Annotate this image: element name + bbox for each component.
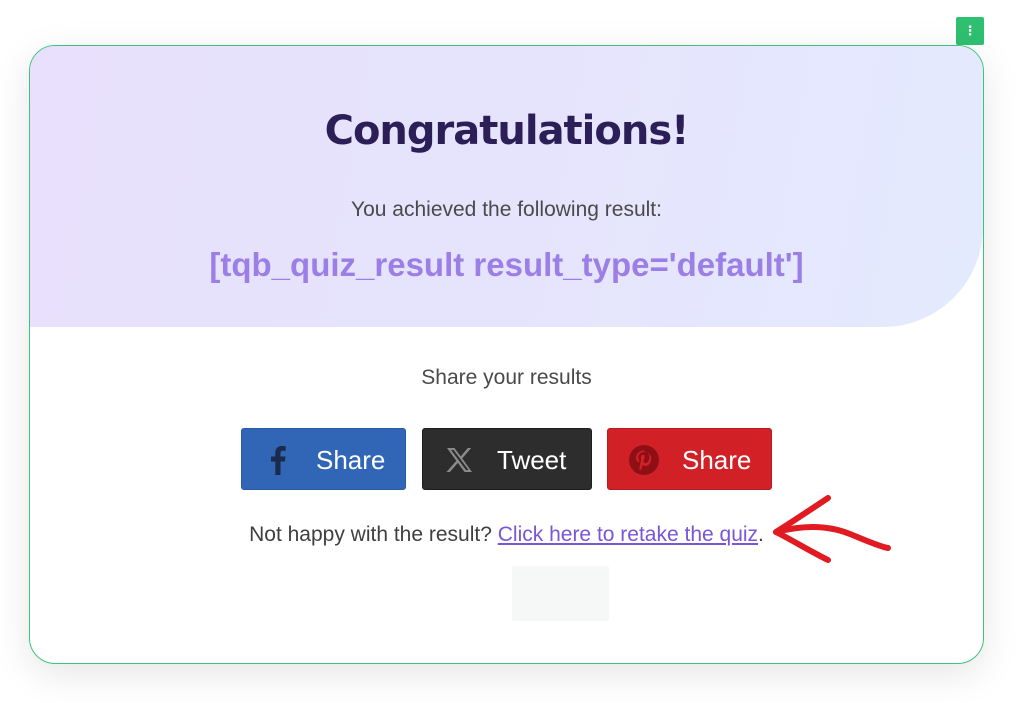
annotation-arrow-icon <box>773 495 891 563</box>
page: ⋮ Congratulations! You achieved the foll… <box>0 0 1024 703</box>
retake-prefix: Not happy with the result? <box>249 523 492 546</box>
facebook-share-button[interactable]: Share <box>241 428 406 490</box>
pinterest-icon <box>628 444 660 476</box>
hero-subtitle: You achieved the following result: <box>351 198 662 221</box>
facebook-icon <box>262 444 294 476</box>
retake-quiz-link[interactable]: Click here to retake the quiz <box>498 523 758 546</box>
result-shortcode: [tqb_quiz_result result_type='default'] <box>209 246 804 283</box>
element-menu-button[interactable]: ⋮ <box>956 17 984 45</box>
pinterest-share-button[interactable]: Share <box>607 428 772 490</box>
x-tweet-button[interactable]: Tweet <box>422 428 592 490</box>
facebook-share-label: Share <box>316 445 386 475</box>
retake-suffix: . <box>758 523 764 546</box>
result-hero: Congratulations! You achieved the follow… <box>30 46 983 327</box>
vertical-dots-icon: ⋮ <box>963 23 977 38</box>
x-logo-icon <box>443 444 475 476</box>
empty-placeholder-block <box>512 566 609 621</box>
hero-title: Congratulations! <box>324 108 690 154</box>
pinterest-share-label: Share <box>682 445 752 475</box>
x-tweet-label: Tweet <box>497 445 567 475</box>
quiz-result-card: Congratulations! You achieved the follow… <box>29 45 984 664</box>
share-label: Share your results <box>421 366 592 389</box>
